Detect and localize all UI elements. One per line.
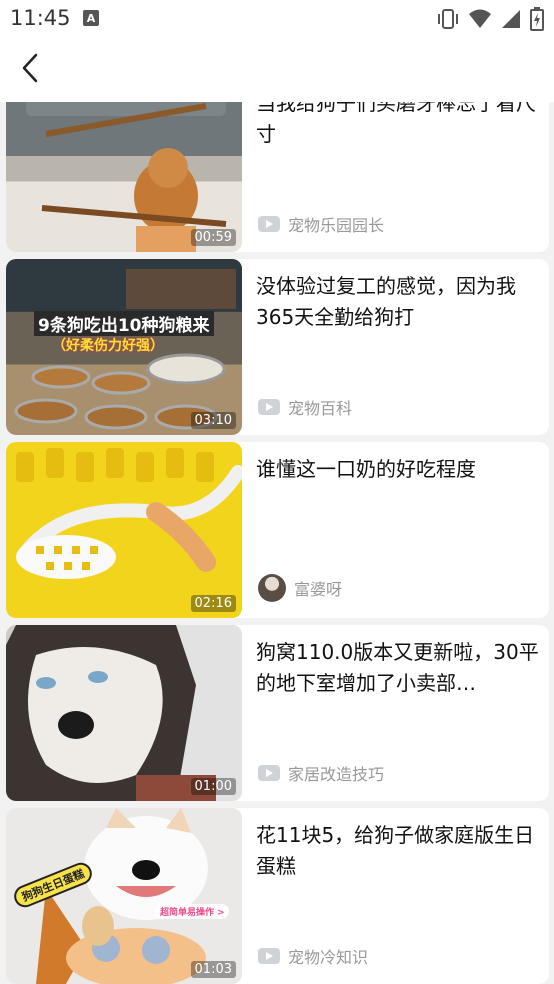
video-channel-icon: [258, 948, 280, 964]
thumbnail-art: [6, 442, 242, 618]
status-bar: 11:45 A: [0, 0, 554, 38]
video-source[interactable]: 宠物百科: [258, 395, 352, 419]
video-title[interactable]: 狗窝110.0版本又更新啦，30平的地下室增加了小卖部…: [256, 637, 542, 699]
video-thumbnail[interactable]: 01:00: [6, 625, 242, 801]
back-button[interactable]: [12, 50, 48, 86]
video-source[interactable]: 宠物乐园园长: [258, 212, 384, 236]
battery-icon: [530, 7, 544, 31]
video-source[interactable]: 家居改造技巧: [258, 761, 384, 785]
status-time: 11:45: [10, 6, 71, 30]
source-name: 宠物乐园园长: [288, 216, 385, 235]
video-duration: 01:00: [190, 778, 236, 795]
video-source[interactable]: 宠物冷知识: [258, 944, 368, 968]
notification-icon: A: [83, 10, 99, 26]
video-title[interactable]: 谁懂这一口奶的好吃程度: [256, 454, 542, 485]
thumbnail-overlay-subtitle: （好柔伤力好强）: [52, 338, 164, 354]
video-title[interactable]: 当我给狗子们买磨牙棒忘了看尺寸: [256, 102, 542, 150]
avatar: [258, 574, 286, 602]
video-card[interactable]: 02:16 谁懂这一口奶的好吃程度 富婆呀: [6, 442, 549, 618]
video-title[interactable]: 没体验过复工的感觉，因为我365天全勤给狗打: [256, 271, 542, 333]
video-thumbnail[interactable]: 02:16: [6, 442, 242, 618]
video-card[interactable]: 01:00 狗窝110.0版本又更新啦，30平的地下室增加了小卖部… 家居改造技…: [6, 625, 549, 801]
video-card[interactable]: 狗狗生日蛋糕 超简单易操作 > 01:03 花11块5，给狗子做家庭版生日蛋糕 …: [6, 808, 549, 984]
signal-icon: [502, 10, 520, 28]
video-duration: 00:59: [190, 229, 236, 246]
source-name: 宠物冷知识: [288, 948, 369, 967]
thumbnail-art: [6, 625, 242, 801]
video-channel-icon: [258, 765, 280, 781]
video-duration: 03:10: [190, 412, 236, 429]
video-duration: 01:03: [190, 961, 236, 978]
source-name: 宠物百科: [288, 399, 353, 418]
video-channel-icon: [258, 216, 280, 232]
wifi-icon: [469, 9, 491, 28]
status-icons: [436, 7, 544, 31]
video-thumbnail[interactable]: 狗狗生日蛋糕 超简单易操作 > 01:03: [6, 808, 242, 984]
thumbnail-overlay-title: 9条狗吃出10种狗粮来: [34, 311, 214, 336]
video-card[interactable]: 00:59 当我给狗子们买磨牙棒忘了看尺寸 宠物乐园园长: [6, 102, 549, 252]
source-name: 富婆呀: [294, 580, 343, 599]
video-thumbnail[interactable]: 9条狗吃出10种狗粮来 （好柔伤力好强） 03:10: [6, 259, 242, 435]
thumbnail-tag: 超简单易操作 >: [156, 904, 229, 919]
chevron-left-icon: [22, 53, 38, 83]
video-card[interactable]: 9条狗吃出10种狗粮来 （好柔伤力好强） 03:10 没体验过复工的感觉，因为我…: [6, 259, 549, 435]
vibrate-icon: [438, 9, 458, 29]
video-duration: 02:16: [190, 595, 236, 612]
video-channel-icon: [258, 399, 280, 415]
source-name: 家居改造技巧: [288, 765, 385, 784]
video-title[interactable]: 花11块5，给狗子做家庭版生日蛋糕: [256, 820, 542, 882]
nav-bar: [0, 38, 554, 102]
video-list: 00:59 当我给狗子们买磨牙棒忘了看尺寸 宠物乐园园长 9条狗吃出10种狗粮来: [0, 102, 554, 984]
video-source[interactable]: 富婆呀: [258, 574, 342, 602]
video-thumbnail[interactable]: 00:59: [6, 102, 242, 252]
